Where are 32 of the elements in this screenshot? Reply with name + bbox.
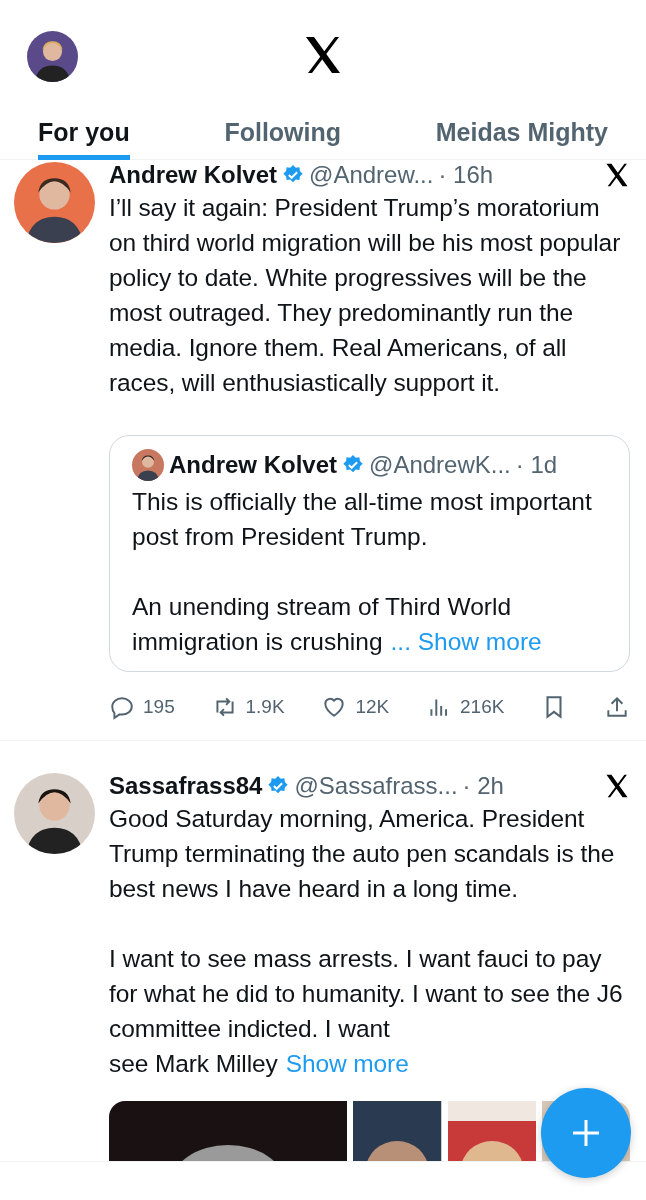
- reply-button[interactable]: 195: [109, 694, 175, 720]
- count: 12K: [355, 696, 390, 718]
- post-text: see Mark Milley: [109, 1049, 278, 1079]
- post-text: Good Saturday morning, America. President Trump terminating the auto pen scandals is the best news I have heard in a long time.: [109, 804, 616, 904]
- x-logo-icon: [604, 773, 630, 799]
- like-button[interactable]: 12K: [321, 694, 390, 720]
- quoted-post-text: An unending stream of Third World: [132, 592, 513, 622]
- x-logo-icon: [604, 162, 630, 188]
- count: 1.9K: [245, 696, 285, 718]
- tab[interactable]: Following: [224, 110, 342, 160]
- tab[interactable]: For you: [38, 110, 130, 160]
- author-name: Sassafrass84: [109, 772, 263, 800]
- author-handle: @AndrewK...: [369, 451, 511, 479]
- reply-icon: [109, 694, 135, 720]
- author-handle: @Sassafrass...: [294, 772, 458, 800]
- post-time: · 1d: [515, 451, 558, 479]
- post-time: · 16h: [438, 161, 494, 189]
- repost-button[interactable]: 1.9K: [211, 694, 285, 720]
- quoted-post-card[interactable]: Andrew Kolvet @AndrewK... · 1d This is officially the all-time most important post from President Trump. An unending stream of Third World immigration is crushing ... Show more: [109, 435, 630, 672]
- author-name: Andrew Kolvet: [169, 451, 338, 479]
- post-text: I’ll say it again: President Trump’s moratorium on third world migration will be his most popular policy to date. White progressives will be the most outraged. They predominantly run the media. Ignore them. Real Americans, of all races, will enthusiastically support it.: [109, 193, 622, 398]
- plus-icon: [571, 1118, 601, 1148]
- author-name: Andrew Kolvet: [109, 161, 278, 189]
- post-time: · 2h: [462, 772, 504, 800]
- compose-button[interactable]: [541, 1088, 631, 1178]
- author-handle: @Andrew...: [309, 161, 434, 189]
- views-button[interactable]: 216K: [426, 694, 505, 720]
- tab[interactable]: Meidas Mighty: [435, 110, 608, 160]
- quoted-post-text: This is officially the all-time most important post from President Trump.: [132, 487, 593, 552]
- count: 195: [143, 696, 175, 718]
- quoted-post-text: immigration is crushing: [132, 627, 383, 657]
- count: 216K: [460, 696, 505, 718]
